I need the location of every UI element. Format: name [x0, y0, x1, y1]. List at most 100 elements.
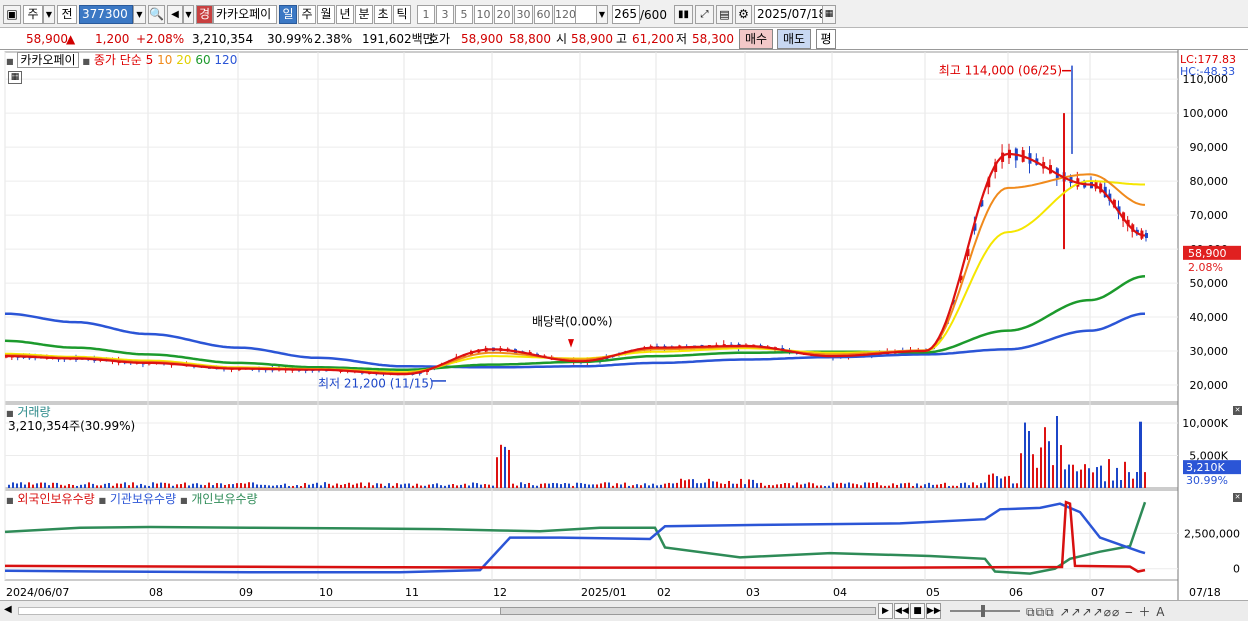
period-tab-0[interactable]: 일: [279, 5, 297, 24]
bars-icon[interactable]: ▮▮: [674, 5, 693, 24]
volume-bar: [760, 482, 762, 488]
volume-bar: [132, 482, 134, 488]
x-tick-label: 06: [1009, 586, 1023, 599]
close-icon[interactable]: ✕: [1233, 406, 1242, 415]
save-icon[interactable]: ▤: [716, 5, 733, 24]
window-icon[interactable]: ▣: [3, 5, 21, 24]
chart-canvas[interactable]: 2024/06/07 08 09 10 11 12 2025/01 02 03 04 05 06 07 0…: [0, 50, 1248, 600]
gear-icon[interactable]: ⚙: [735, 5, 752, 24]
zoom-slider[interactable]: [950, 610, 1020, 612]
period-tab-6[interactable]: 틱: [393, 5, 411, 24]
vol-current-label: 3,210K: [1186, 461, 1225, 474]
grid-icon[interactable]: ▦: [8, 71, 22, 84]
change-arrow: ▲: [66, 32, 76, 46]
volume-bar: [476, 483, 478, 488]
volume-bar: [192, 483, 194, 488]
chevron-down-icon[interactable]: ▼: [43, 5, 55, 24]
volume-bar: [928, 482, 930, 488]
interval-tab-20[interactable]: 20: [494, 5, 513, 24]
scroll-thumb[interactable]: [500, 607, 876, 615]
volume-bar: [292, 485, 294, 488]
stop-icon[interactable]: ■: [910, 603, 925, 619]
volume-bar: [28, 482, 30, 488]
period-tab-1[interactable]: 주: [298, 5, 316, 24]
x-tick-label: 07: [1091, 586, 1105, 599]
calendar-icon[interactable]: ▦: [822, 5, 836, 24]
foreign-title: 외국인보유수량: [17, 492, 95, 506]
chevron-down-icon[interactable]: ▼: [183, 5, 194, 24]
volume-bar: [1016, 483, 1018, 488]
flat-button[interactable]: 평: [816, 29, 836, 49]
speaker-icon[interactable]: ◀: [167, 5, 183, 24]
volume-bar: [840, 482, 842, 488]
volume-bar: [908, 482, 910, 488]
period-tab-2[interactable]: 월: [317, 5, 335, 24]
volume-bar: [472, 482, 474, 488]
volume-bar: [568, 483, 570, 488]
volume-bar: [564, 483, 566, 488]
code-dropdown-icon[interactable]: ▼: [133, 5, 146, 24]
volume-bar: [1008, 475, 1010, 488]
volume-bar: [432, 484, 434, 488]
ma20-label: 20: [176, 53, 192, 67]
volume-bar: [184, 482, 186, 488]
volume-bar: [572, 485, 574, 488]
first-page-icon[interactable]: ◀◀: [894, 603, 909, 619]
sell-button[interactable]: 매도: [777, 29, 811, 49]
volume-bar: [952, 485, 954, 488]
scroll-right-icon[interactable]: ▶: [878, 603, 893, 619]
interval-tab-60[interactable]: 60: [534, 5, 553, 24]
volume-bar: [436, 483, 438, 488]
volume-bar: [356, 483, 358, 488]
volume-bar: [852, 483, 854, 488]
volume-bar: [740, 478, 742, 488]
drawing-tools[interactable]: ⧉⧉⧉ ↗↗↗↗⌀⌀ ‒ ＋ A: [1026, 603, 1165, 620]
volume-bar: [836, 483, 838, 488]
close-icon[interactable]: ✕: [1233, 493, 1242, 502]
period-tab-5[interactable]: 초: [374, 5, 392, 24]
volume-bar: [400, 484, 402, 488]
volume-bar: [360, 482, 362, 488]
volume-bar: [668, 482, 670, 488]
search-icon[interactable]: 🔍: [148, 5, 165, 24]
volume-bar: [752, 479, 754, 488]
high-price: 61,200: [632, 32, 674, 46]
interval-tab-10[interactable]: 10: [474, 5, 493, 24]
volume-bar: [856, 484, 858, 488]
prev-button[interactable]: 전: [57, 5, 77, 24]
volume-bar: [1120, 480, 1122, 488]
volume-bar: [228, 484, 230, 488]
buy-button[interactable]: 매수: [739, 29, 773, 49]
interval-tab-5[interactable]: 5: [455, 5, 473, 24]
scroll-left-icon[interactable]: ◀: [4, 604, 12, 615]
date-input[interactable]: 2025/07/18: [754, 5, 824, 24]
period-tab-3[interactable]: 년: [336, 5, 354, 24]
last-page-icon[interactable]: ▶▶: [926, 603, 941, 619]
interval-tab-30[interactable]: 30: [514, 5, 533, 24]
price-tick-label: 80,000: [1190, 175, 1229, 188]
volume-bar: [916, 483, 918, 488]
volume-bar: [84, 484, 86, 488]
volume-bar: [496, 457, 498, 488]
volume-bar: [252, 482, 254, 488]
x-tick-label: 11: [405, 586, 419, 599]
zoom-slider-handle[interactable]: [981, 605, 985, 617]
code-input[interactable]: 377300: [79, 5, 133, 24]
interval-tab-120[interactable]: 120: [554, 5, 576, 24]
volume-bar: [540, 483, 542, 488]
price-tick-label: 90,000: [1190, 141, 1229, 154]
interval-tab-1[interactable]: 1: [417, 5, 435, 24]
count-input[interactable]: 265: [612, 5, 640, 24]
market-select[interactable]: 주: [23, 5, 43, 24]
chevron-down-icon[interactable]: ▼: [596, 5, 608, 24]
line-tool-icon[interactable]: ⤢: [695, 5, 714, 24]
volume-bar: [1112, 480, 1114, 488]
ask-label: 호가: [428, 32, 451, 46]
chart-window: ▣ 주 ▼ 전 377300 ▼ 🔍 ◀ ▼ 경 카카오페이 ▼ 265 /60…: [0, 0, 1248, 621]
volume-bar: [712, 481, 714, 488]
volume-bar: [1108, 459, 1110, 488]
interval-tab-3[interactable]: 3: [436, 5, 454, 24]
volume-value: 3,210,354주(30.99%): [8, 419, 136, 433]
volume-bar: [808, 482, 810, 488]
period-tab-4[interactable]: 분: [355, 5, 373, 24]
